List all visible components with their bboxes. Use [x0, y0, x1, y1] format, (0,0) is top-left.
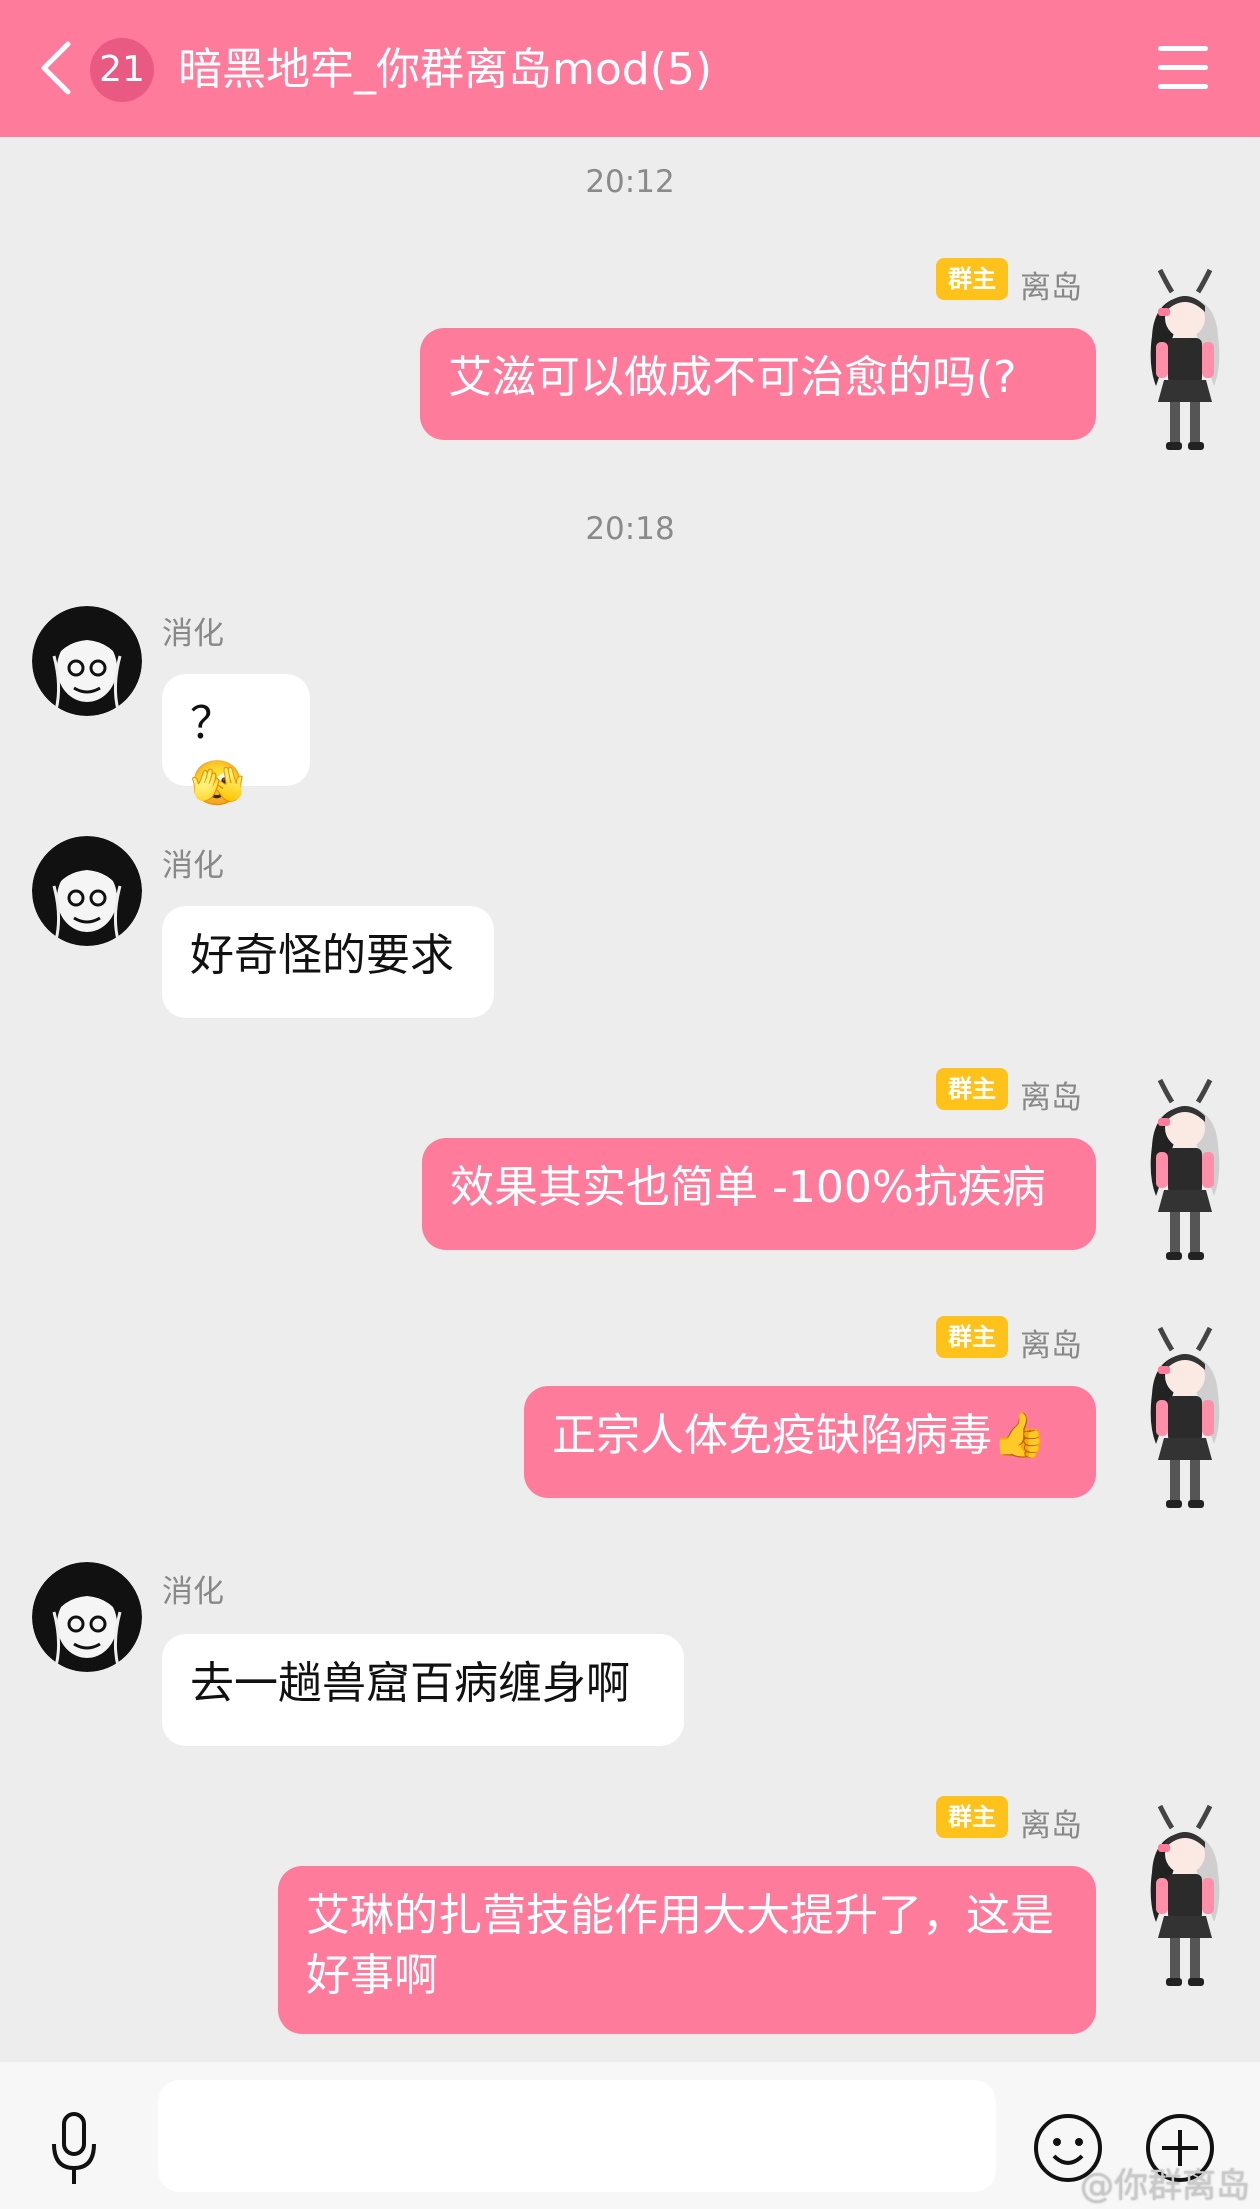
user-avatar-icon[interactable] [32, 1562, 142, 1672]
sender-name: 离岛 [1020, 270, 1082, 306]
input-bar [0, 2062, 1260, 2209]
sender-name: 离岛 [1020, 1808, 1082, 1844]
message-bubble[interactable]: 好奇怪的要求 [162, 906, 494, 1018]
group-owner-badge: 群主 [936, 1316, 1008, 1358]
user-avatar-icon[interactable] [1130, 256, 1240, 456]
back-arrow-icon[interactable] [36, 38, 76, 98]
microphone-icon[interactable] [44, 2110, 104, 2190]
user-avatar-icon[interactable] [1130, 1314, 1240, 1514]
user-avatar-icon[interactable] [32, 606, 142, 716]
sender-name: 离岛 [1020, 1328, 1082, 1364]
message-bubble[interactable]: 正宗人体免疫缺陷病毒👍 [524, 1386, 1096, 1498]
message-text: ？ [190, 698, 234, 749]
message-bubble[interactable]: 效果其实也简单 -100%抗疾病 [422, 1138, 1096, 1250]
sender-name: 离岛 [1020, 1080, 1082, 1116]
menu-icon[interactable] [1158, 46, 1208, 90]
sender-name: 消化 [162, 616, 224, 652]
message-bubble[interactable]: 去一趟兽窟百病缠身啊 [162, 1634, 684, 1746]
chat-title: 暗黑地牢_你群离岛mod(5) [178, 44, 713, 95]
group-owner-badge: 群主 [936, 1796, 1008, 1838]
watermark: @你群离岛 [1080, 2166, 1250, 2206]
chat-header: 21 暗黑地牢_你群离岛mod(5) [0, 0, 1260, 137]
user-avatar-icon[interactable] [1130, 1066, 1240, 1266]
message-input[interactable] [158, 2080, 996, 2192]
message-bubble[interactable]: 艾滋可以做成不可治愈的吗(? [420, 328, 1096, 440]
timestamp: 20:12 [585, 164, 675, 200]
user-avatar-icon[interactable] [1130, 1792, 1240, 1992]
user-avatar-icon[interactable] [32, 836, 142, 946]
unread-count-badge[interactable]: 21 [90, 38, 154, 102]
message-bubble[interactable]: ？ 🫣 [162, 674, 310, 809]
group-owner-badge: 群主 [936, 1068, 1008, 1110]
timestamp: 20:18 [585, 511, 675, 547]
sender-name: 消化 [162, 848, 224, 884]
group-owner-badge: 群主 [936, 258, 1008, 300]
message-bubble[interactable]: 艾琳的扎营技能作用大大提升了，这是好事啊 [278, 1866, 1096, 2034]
sender-name: 消化 [162, 1574, 224, 1610]
peeking-face-emoji: 🫣 [190, 758, 245, 809]
